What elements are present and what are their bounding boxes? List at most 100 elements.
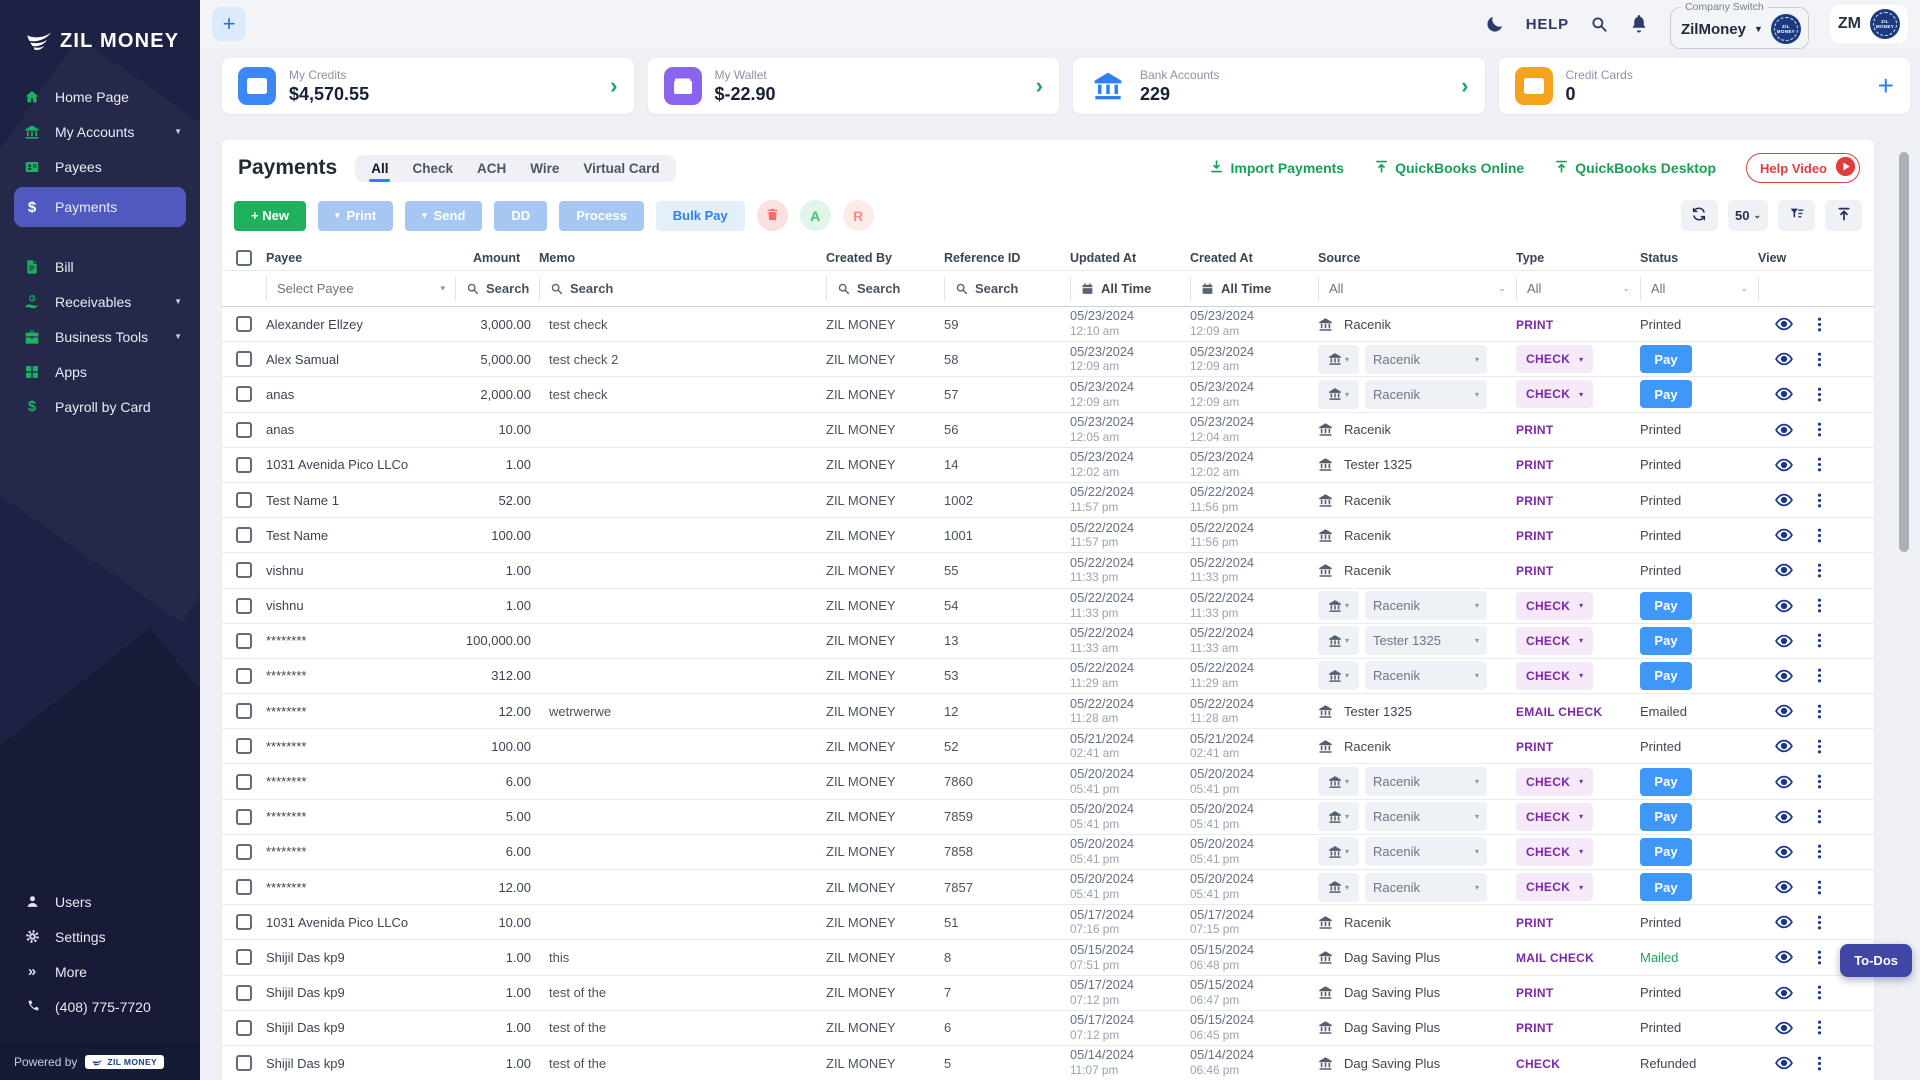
sidebar-item-408-775-7720[interactable]: (408) 775-7720 xyxy=(0,989,200,1024)
link-quickbooks-online[interactable]: QuickBooks Online xyxy=(1374,159,1524,177)
filter-alltime-6[interactable]: All Time xyxy=(1070,277,1190,301)
row-checkbox[interactable] xyxy=(236,316,252,332)
source-account-select[interactable]: Racenik▾ xyxy=(1365,837,1487,866)
row-checkbox[interactable] xyxy=(236,809,252,825)
view-eye-button[interactable] xyxy=(1774,490,1794,510)
new-button[interactable]: + New xyxy=(234,201,306,231)
type-dropdown[interactable]: CHECK▾ xyxy=(1516,345,1593,373)
tab-ach[interactable]: ACH xyxy=(477,161,506,176)
filter-alltime-7[interactable]: All Time xyxy=(1190,277,1318,301)
row-menu-button[interactable] xyxy=(1811,773,1828,790)
row-menu-button[interactable] xyxy=(1811,879,1828,896)
row-checkbox[interactable] xyxy=(236,738,252,754)
sidebar-item-payroll-by-card[interactable]: $Payroll by Card xyxy=(0,389,200,424)
source-account-select[interactable]: Racenik▾ xyxy=(1365,802,1487,831)
row-menu-button[interactable] xyxy=(1811,703,1828,720)
type-dropdown[interactable]: CHECK▾ xyxy=(1516,838,1593,866)
filter-all-10[interactable]: All⌄ xyxy=(1640,277,1758,301)
source-bank-dropdown[interactable]: ▾ xyxy=(1318,591,1359,620)
todos-button[interactable]: To-Dos xyxy=(1840,944,1912,977)
source-bank-dropdown[interactable]: ▾ xyxy=(1318,767,1359,796)
sidebar-item-home-page[interactable]: Home Page xyxy=(0,79,200,114)
type-dropdown[interactable]: CHECK▾ xyxy=(1516,380,1593,408)
row-checkbox[interactable] xyxy=(236,879,252,895)
print-button[interactable]: ▾Print xyxy=(318,201,393,231)
view-eye-button[interactable] xyxy=(1774,314,1794,334)
source-bank-dropdown[interactable]: ▾ xyxy=(1318,873,1359,902)
view-eye-button[interactable] xyxy=(1774,1018,1794,1038)
view-eye-button[interactable] xyxy=(1774,1053,1794,1073)
type-dropdown[interactable]: CHECK▾ xyxy=(1516,662,1593,690)
row-checkbox[interactable] xyxy=(236,598,252,614)
source-bank-dropdown[interactable]: ▾ xyxy=(1318,345,1359,374)
profile-menu[interactable]: ZM ZIL MONEY xyxy=(1830,5,1908,43)
view-eye-button[interactable] xyxy=(1774,596,1794,616)
view-eye-button[interactable] xyxy=(1774,525,1794,545)
row-menu-button[interactable] xyxy=(1811,1055,1828,1072)
source-account-select[interactable]: Racenik▾ xyxy=(1365,661,1487,690)
link-quickbooks-desktop[interactable]: QuickBooks Desktop xyxy=(1554,159,1716,177)
type-dropdown[interactable]: CHECK▾ xyxy=(1516,803,1593,831)
type-dropdown[interactable]: CHECK▾ xyxy=(1516,768,1593,796)
company-switch[interactable]: Company Switch ZilMoney ▼ ZIL MONEY xyxy=(1670,1,1809,49)
view-eye-button[interactable] xyxy=(1774,701,1794,721)
row-menu-button[interactable] xyxy=(1811,316,1828,333)
row-menu-button[interactable] xyxy=(1811,527,1828,544)
view-eye-button[interactable] xyxy=(1774,666,1794,686)
sidebar-item-receivables[interactable]: Receivables▼ xyxy=(0,284,200,319)
row-menu-button[interactable] xyxy=(1811,808,1828,825)
filter-all-9[interactable]: All⌄ xyxy=(1516,277,1640,301)
row-checkbox[interactable] xyxy=(236,457,252,473)
row-checkbox[interactable] xyxy=(236,703,252,719)
view-eye-button[interactable] xyxy=(1774,807,1794,827)
sidebar-item-bill[interactable]: Bill xyxy=(0,249,200,284)
pay-button[interactable]: Pay xyxy=(1640,803,1692,831)
pay-button[interactable]: Pay xyxy=(1640,592,1692,620)
dark-mode-icon[interactable] xyxy=(1485,14,1505,34)
row-checkbox[interactable] xyxy=(236,1055,252,1071)
card-my-wallet[interactable]: My Wallet$-22.90› xyxy=(648,58,1060,114)
row-menu-button[interactable] xyxy=(1811,914,1828,931)
filter-search-2[interactable]: Search xyxy=(455,277,539,301)
help-video-button[interactable]: Help Video xyxy=(1746,153,1860,183)
scroll-top-button[interactable] xyxy=(1825,200,1862,231)
sidebar-item-users[interactable]: Users xyxy=(0,884,200,919)
view-eye-button[interactable] xyxy=(1774,842,1794,862)
card-credit-cards[interactable]: Credit Cards0+ xyxy=(1499,58,1911,114)
filter-search-4[interactable]: Search xyxy=(826,277,944,301)
notifications-bell-icon[interactable] xyxy=(1629,14,1649,34)
pay-button[interactable]: Pay xyxy=(1640,380,1692,408)
pay-button[interactable]: Pay xyxy=(1640,873,1692,901)
search-icon[interactable] xyxy=(1590,15,1608,33)
row-menu-button[interactable] xyxy=(1811,456,1828,473)
source-account-select[interactable]: Racenik▾ xyxy=(1365,345,1487,374)
row-checkbox[interactable] xyxy=(236,633,252,649)
row-checkbox[interactable] xyxy=(236,562,252,578)
tab-check[interactable]: Check xyxy=(412,161,453,176)
filter-search-3[interactable]: Search xyxy=(539,277,826,301)
sidebar-item-payments[interactable]: $Payments xyxy=(14,187,186,227)
row-menu-button[interactable] xyxy=(1811,492,1828,509)
pay-button[interactable]: Pay xyxy=(1640,662,1692,690)
plus-icon[interactable]: + xyxy=(1878,72,1894,100)
source-account-select[interactable]: Racenik▾ xyxy=(1365,873,1487,902)
row-checkbox[interactable] xyxy=(236,386,252,402)
link-import-payments[interactable]: Import Payments xyxy=(1209,159,1344,177)
row-checkbox[interactable] xyxy=(236,351,252,367)
view-eye-button[interactable] xyxy=(1774,560,1794,580)
select-all-checkbox[interactable] xyxy=(236,250,252,266)
card-bank-accounts[interactable]: Bank Accounts229› xyxy=(1073,58,1485,114)
row-menu-button[interactable] xyxy=(1811,738,1828,755)
view-eye-button[interactable] xyxy=(1774,384,1794,404)
view-eye-button[interactable] xyxy=(1774,772,1794,792)
source-bank-dropdown[interactable]: ▾ xyxy=(1318,661,1359,690)
bulk-pay-button[interactable]: Bulk Pay xyxy=(656,201,745,231)
source-bank-dropdown[interactable]: ▾ xyxy=(1318,837,1359,866)
row-checkbox[interactable] xyxy=(236,422,252,438)
row-checkbox[interactable] xyxy=(236,492,252,508)
row-menu-button[interactable] xyxy=(1811,597,1828,614)
filter-all-8[interactable]: All⌄ xyxy=(1318,277,1516,301)
row-checkbox[interactable] xyxy=(236,1020,252,1036)
sidebar-item-my-accounts[interactable]: My Accounts▼ xyxy=(0,114,200,149)
card-my-credits[interactable]: My Credits$4,570.55› xyxy=(222,58,634,114)
